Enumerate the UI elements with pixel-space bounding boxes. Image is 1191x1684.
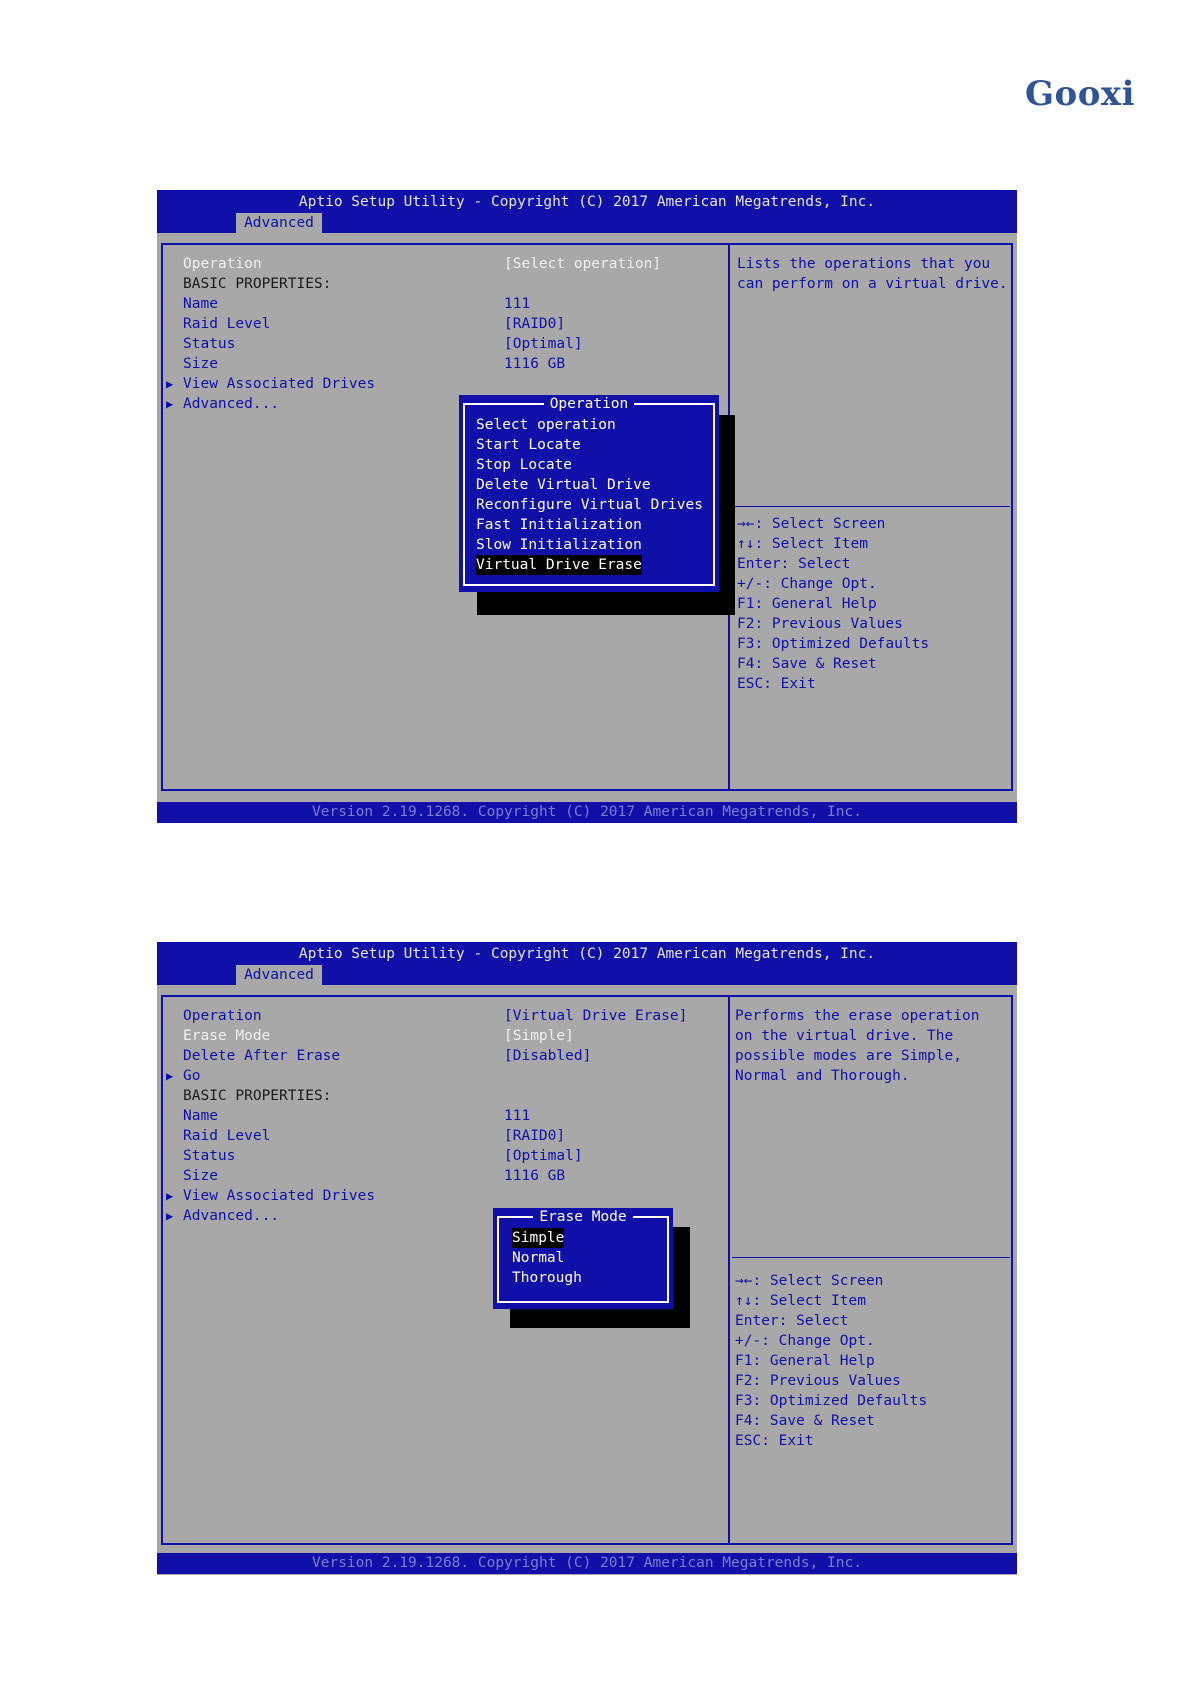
setting-value-operation[interactable]: [Select operation] xyxy=(504,254,661,274)
setting-label-status: Status xyxy=(183,1148,236,1164)
key-hint-select-screen: →←: Select Screen xyxy=(735,1273,884,1289)
setting-label-operation[interactable]: Operation xyxy=(183,254,262,274)
setting-value-raid-level: [RAID0] xyxy=(504,1128,566,1144)
title-text: Aptio Setup Utility - Copyright (C) 2017… xyxy=(298,946,876,962)
operation-popup[interactable]: Operation Select operation Start Locate … xyxy=(459,395,719,592)
setting-label-name: Name xyxy=(183,1108,218,1124)
key-hint-select-screen: →←: Select Screen xyxy=(737,516,886,532)
setting-label-raid-level: Raid Level xyxy=(183,316,271,332)
setting-label-name: Name xyxy=(183,296,218,312)
popup-option-simple[interactable]: Simple xyxy=(512,1228,565,1248)
menu-item-view-associated-drives[interactable]: View Associated Drives xyxy=(183,1186,375,1206)
popup-title: Erase Mode xyxy=(499,1207,667,1227)
setting-label-size: Size xyxy=(183,1168,218,1184)
setting-label-size: Size xyxy=(183,356,218,372)
bios-screen-erase-mode: Aptio Setup Utility - Copyright (C) 2017… xyxy=(157,942,1017,1575)
popup-option-delete-virtual-drive[interactable]: Delete Virtual Drive xyxy=(476,475,651,495)
popup-border: Operation Select operation Start Locate … xyxy=(463,396,715,586)
key-hint-f4: F4: Save & Reset xyxy=(737,656,877,672)
help-line: can perform on a virtual drive. xyxy=(737,276,1008,292)
erase-mode-popup[interactable]: Erase Mode Simple Normal Thorough xyxy=(493,1208,673,1309)
popup-option-stop-locate[interactable]: Stop Locate xyxy=(476,455,572,475)
help-line: on the virtual drive. The xyxy=(735,1028,954,1044)
popup-option-start-locate[interactable]: Start Locate xyxy=(476,435,581,455)
key-hint-select-item: ↑↓: Select Item xyxy=(735,1293,866,1309)
help-separator xyxy=(732,1257,1010,1258)
key-hint-esc: ESC: Exit xyxy=(735,1433,814,1449)
menu-item-go[interactable]: Go xyxy=(183,1066,200,1086)
key-hint-f3: F3: Optimized Defaults xyxy=(735,1393,928,1409)
setting-value-erase-mode[interactable]: [Simple] xyxy=(504,1026,574,1046)
key-hint-f2: F2: Previous Values xyxy=(735,1373,901,1389)
popup-title: Operation xyxy=(465,394,713,414)
submenu-arrow-icon: ▶ xyxy=(166,1069,174,1083)
popup-option-thorough[interactable]: Thorough xyxy=(512,1268,582,1288)
setting-value-operation[interactable]: [Virtual Drive Erase] xyxy=(504,1006,687,1026)
setting-label-raid-level: Raid Level xyxy=(183,1128,271,1144)
menu-item-advanced[interactable]: Advanced... xyxy=(183,394,279,414)
popup-option-slow-initialization[interactable]: Slow Initialization xyxy=(476,535,642,555)
setting-value-size: 1116 GB xyxy=(504,356,566,372)
help-line: Lists the operations that you xyxy=(737,256,991,272)
key-hint-enter: Enter: Select xyxy=(737,556,851,572)
title-text: Aptio Setup Utility - Copyright (C) 2017… xyxy=(298,194,876,210)
help-separator xyxy=(732,506,1010,507)
key-hint-change-opt: +/-: Change Opt. xyxy=(737,576,877,592)
version-footer: Version 2.19.1268. Copyright (C) 2017 Am… xyxy=(157,1553,1017,1574)
section-header-basic-properties: BASIC PROPERTIES: xyxy=(183,276,332,292)
key-hint-f2: F2: Previous Values xyxy=(737,616,903,632)
popup-option-reconfigure-virtual-drives[interactable]: Reconfigure Virtual Drives xyxy=(476,495,703,515)
gooxi-logo: Gooxi xyxy=(1025,74,1136,114)
version-footer: Version 2.19.1268. Copyright (C) 2017 Am… xyxy=(157,802,1017,823)
popup-option-fast-initialization[interactable]: Fast Initialization xyxy=(476,515,642,535)
setting-value-status: [Optimal] xyxy=(504,336,583,352)
setting-value-raid-level: [RAID0] xyxy=(504,316,566,332)
popup-option-virtual-drive-erase[interactable]: Virtual Drive Erase xyxy=(476,555,642,575)
setting-value-delete-after-erase[interactable]: [Disabled] xyxy=(504,1046,591,1066)
help-line: Performs the erase operation xyxy=(735,1008,980,1024)
setting-value-size: 1116 GB xyxy=(504,1168,566,1184)
bios-screen-operation: Aptio Setup Utility - Copyright (C) 2017… xyxy=(157,190,1017,823)
key-hint-esc: ESC: Exit xyxy=(737,676,816,692)
help-line: possible modes are Simple, xyxy=(735,1048,962,1064)
setting-value-name: 111 xyxy=(504,1108,531,1124)
setting-label-delete-after-erase[interactable]: Delete After Erase xyxy=(183,1046,340,1066)
key-hint-f3: F3: Optimized Defaults xyxy=(737,636,930,652)
setting-label-operation[interactable]: Operation xyxy=(183,1006,262,1026)
popup-option-normal[interactable]: Normal xyxy=(512,1248,564,1268)
key-hint-f1: F1: General Help xyxy=(737,596,877,612)
submenu-arrow-icon: ▶ xyxy=(166,1209,174,1223)
key-hint-enter: Enter: Select xyxy=(735,1313,849,1329)
help-line: Normal and Thorough. xyxy=(735,1068,910,1084)
popup-border: Erase Mode Simple Normal Thorough xyxy=(497,1209,669,1303)
tab-advanced[interactable]: Advanced xyxy=(236,213,322,233)
menu-item-advanced[interactable]: Advanced... xyxy=(183,1206,279,1226)
setting-label-erase-mode[interactable]: Erase Mode xyxy=(183,1026,270,1046)
submenu-arrow-icon: ▶ xyxy=(166,397,174,411)
tab-advanced[interactable]: Advanced xyxy=(236,965,322,985)
menu-item-view-associated-drives[interactable]: View Associated Drives xyxy=(183,374,375,394)
key-hint-f4: F4: Save & Reset xyxy=(735,1413,875,1429)
key-hint-change-opt: +/-: Change Opt. xyxy=(735,1333,875,1349)
submenu-arrow-icon: ▶ xyxy=(166,377,174,391)
key-hint-f1: F1: General Help xyxy=(735,1353,875,1369)
setting-label-status: Status xyxy=(183,336,236,352)
popup-option-select-operation[interactable]: Select operation xyxy=(476,415,616,435)
section-header-basic-properties: BASIC PROPERTIES: xyxy=(183,1088,332,1104)
submenu-arrow-icon: ▶ xyxy=(166,1189,174,1203)
key-hint-select-item: ↑↓: Select Item xyxy=(737,536,868,552)
setting-value-name: 111 xyxy=(504,296,531,312)
setting-value-status: [Optimal] xyxy=(504,1148,583,1164)
